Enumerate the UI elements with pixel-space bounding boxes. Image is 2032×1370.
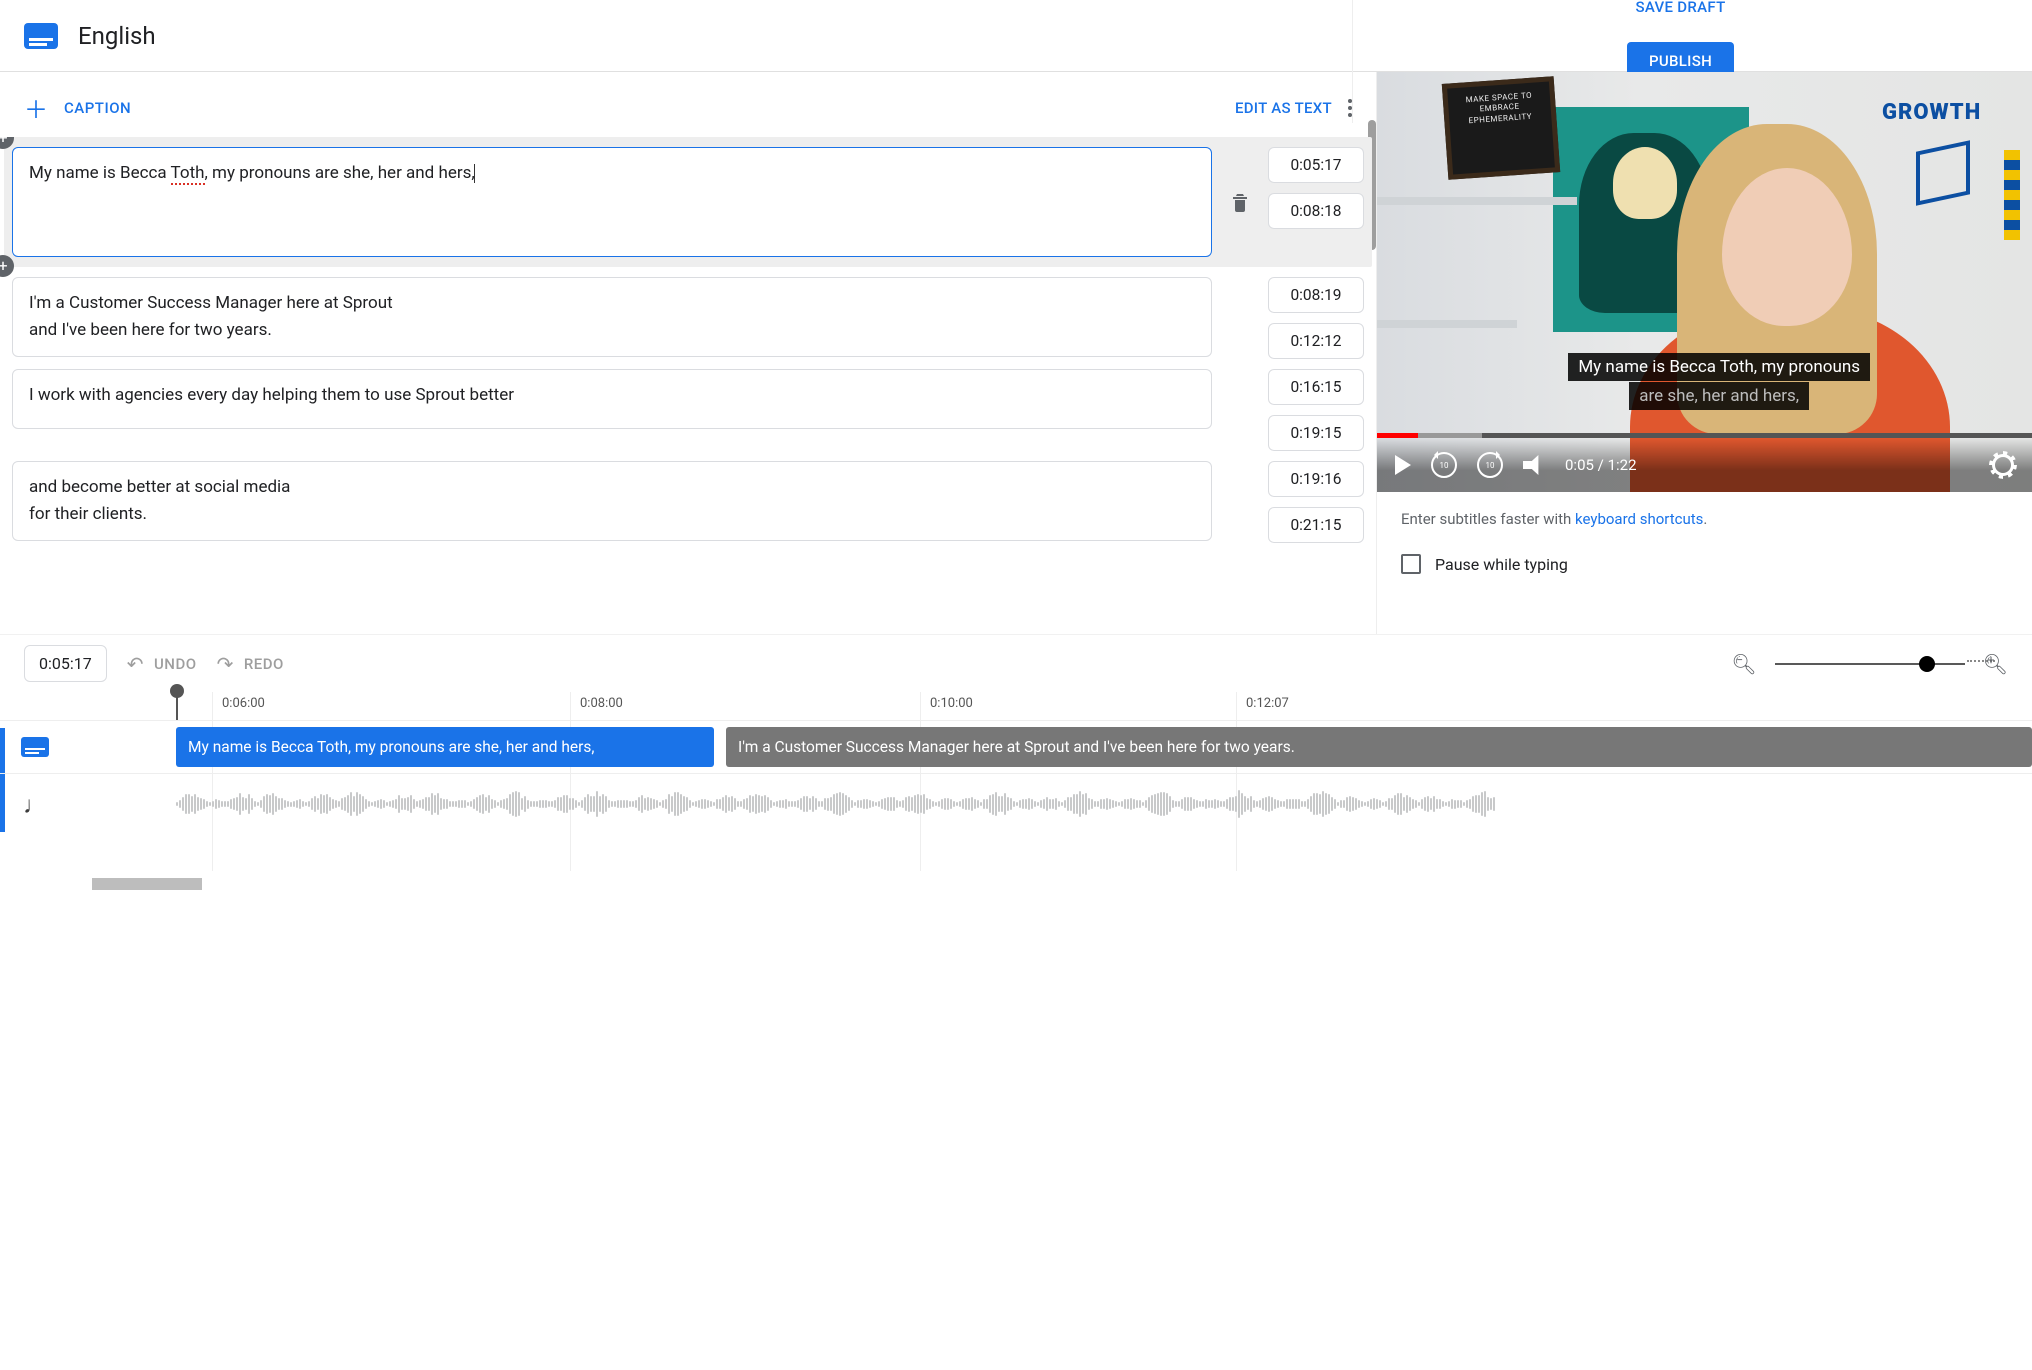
caption-text-input[interactable]: My name is Becca Toth, my pronouns are s… — [12, 147, 1212, 257]
zoom-controls: 🔍︎− 🔍︎+ — [1731, 652, 2008, 676]
edit-as-text-button[interactable]: EDIT AS TEXT — [1235, 99, 1332, 117]
caption-row: and become better at social mediafor the… — [12, 461, 1364, 543]
caption-end-time[interactable]: 0:21:15 — [1268, 507, 1364, 543]
subtitles-track-icon — [21, 737, 49, 757]
pause-while-typing-row: Pause while typing — [1377, 546, 2032, 594]
main-content: ＋ CAPTION EDIT AS TEXT ++My name is Becc… — [0, 72, 2032, 634]
audio-track: ♩ — [0, 774, 2032, 836]
timeline-scrollbar[interactable] — [92, 878, 202, 890]
video-controls: 10 10 0:05 / 1:22 — [1377, 438, 2032, 492]
playhead[interactable] — [176, 692, 178, 720]
save-draft-button[interactable]: SAVE DRAFT — [1617, 0, 1743, 24]
subtitles-icon — [24, 23, 58, 49]
video-frame: MAKE SPACE TO EMBRACE EPHEMERALITY GROWT… — [1377, 72, 2032, 492]
caption-text-input[interactable]: I'm a Customer Success Manager here at S… — [12, 277, 1212, 357]
volume-icon[interactable] — [1523, 455, 1545, 475]
settings-icon[interactable] — [1992, 454, 2014, 476]
zoom-out-icon[interactable]: 🔍︎− — [1731, 652, 1756, 676]
timeline: 0:06:00 0:08:00 0:10:00 0:12:07 My name … — [0, 692, 2032, 892]
play-icon[interactable] — [1395, 455, 1411, 475]
undo-button[interactable]: ↶UNDO — [127, 652, 197, 676]
caption-row: I work with agencies every day helping t… — [12, 369, 1364, 451]
insert-caption-after-icon[interactable]: + — [0, 255, 14, 277]
app-header: English SAVE DRAFT PUBLISH ✕ — [0, 0, 2032, 72]
timeline-position-input[interactable]: 0:05:17 — [24, 645, 107, 682]
language-title: English — [78, 22, 156, 50]
caption-text-input[interactable]: and become better at social mediafor the… — [12, 461, 1212, 541]
replay-10-icon[interactable]: 10 — [1431, 452, 1457, 478]
zoom-in-icon[interactable]: 🔍︎+ — [1983, 652, 2008, 676]
keyboard-shortcuts-link[interactable]: keyboard shortcuts — [1575, 510, 1703, 528]
pause-label: Pause while typing — [1435, 555, 1568, 574]
redo-button[interactable]: ↷REDO — [217, 652, 284, 676]
caption-row: ++My name is Becca Toth, my pronouns are… — [4, 137, 1372, 267]
delete-caption-icon[interactable] — [1226, 192, 1254, 212]
forward-10-icon[interactable]: 10 — [1477, 452, 1503, 478]
timeline-segment[interactable]: I'm a Customer Success Manager here at S… — [726, 727, 2032, 767]
caption-row: I'm a Customer Success Manager here at S… — [12, 277, 1364, 359]
video-subtitle: My name is Becca Toth, my pronouns are s… — [1568, 353, 1870, 410]
video-time: 0:05 / 1:22 — [1565, 456, 1637, 474]
waveform[interactable] — [176, 786, 2032, 822]
caption-end-time[interactable]: 0:19:15 — [1268, 415, 1364, 451]
caption-start-time[interactable]: 0:08:19 — [1268, 277, 1364, 313]
caption-text-input[interactable]: I work with agencies every day helping t… — [12, 369, 1212, 429]
caption-track: My name is Becca Toth, my pronouns are s… — [0, 720, 2032, 774]
time-ruler[interactable]: 0:06:00 0:08:00 0:10:00 0:12:07 — [0, 692, 2032, 720]
caption-start-time[interactable]: 0:16:15 — [1268, 369, 1364, 405]
pause-checkbox[interactable] — [1401, 554, 1421, 574]
caption-end-time[interactable]: 0:12:12 — [1268, 323, 1364, 359]
caption-end-time[interactable]: 0:08:18 — [1268, 193, 1364, 229]
caption-toolbar: ＋ CAPTION EDIT AS TEXT — [0, 72, 1376, 137]
add-caption-button[interactable]: CAPTION — [64, 99, 131, 117]
timeline-segment-active[interactable]: My name is Becca Toth, my pronouns are s… — [176, 727, 714, 767]
plus-icon[interactable]: ＋ — [24, 90, 48, 125]
music-note-icon: ♩ — [23, 791, 47, 820]
timeline-controls: 0:05:17 ↶UNDO ↷REDO 🔍︎− 🔍︎+ — [0, 634, 2032, 692]
zoom-slider[interactable] — [1775, 663, 1965, 665]
zoom-thumb[interactable] — [1919, 656, 1935, 672]
video-panel: MAKE SPACE TO EMBRACE EPHEMERALITY GROWT… — [1376, 72, 2032, 634]
caption-editor-panel: ＋ CAPTION EDIT AS TEXT + +My name is Becc… — [0, 72, 1376, 634]
caption-list: + +My name is Becca Toth, my pronouns are… — [0, 137, 1376, 625]
insert-caption-before-icon[interactable]: + — [0, 137, 14, 149]
caption-start-time[interactable]: 0:05:17 — [1268, 147, 1364, 183]
more-icon[interactable] — [1348, 99, 1352, 117]
video-player[interactable]: MAKE SPACE TO EMBRACE EPHEMERALITY GROWT… — [1377, 72, 2032, 492]
shortcuts-hint: Enter subtitles faster with keyboard sho… — [1377, 492, 2032, 546]
caption-start-time[interactable]: 0:19:16 — [1268, 461, 1364, 497]
